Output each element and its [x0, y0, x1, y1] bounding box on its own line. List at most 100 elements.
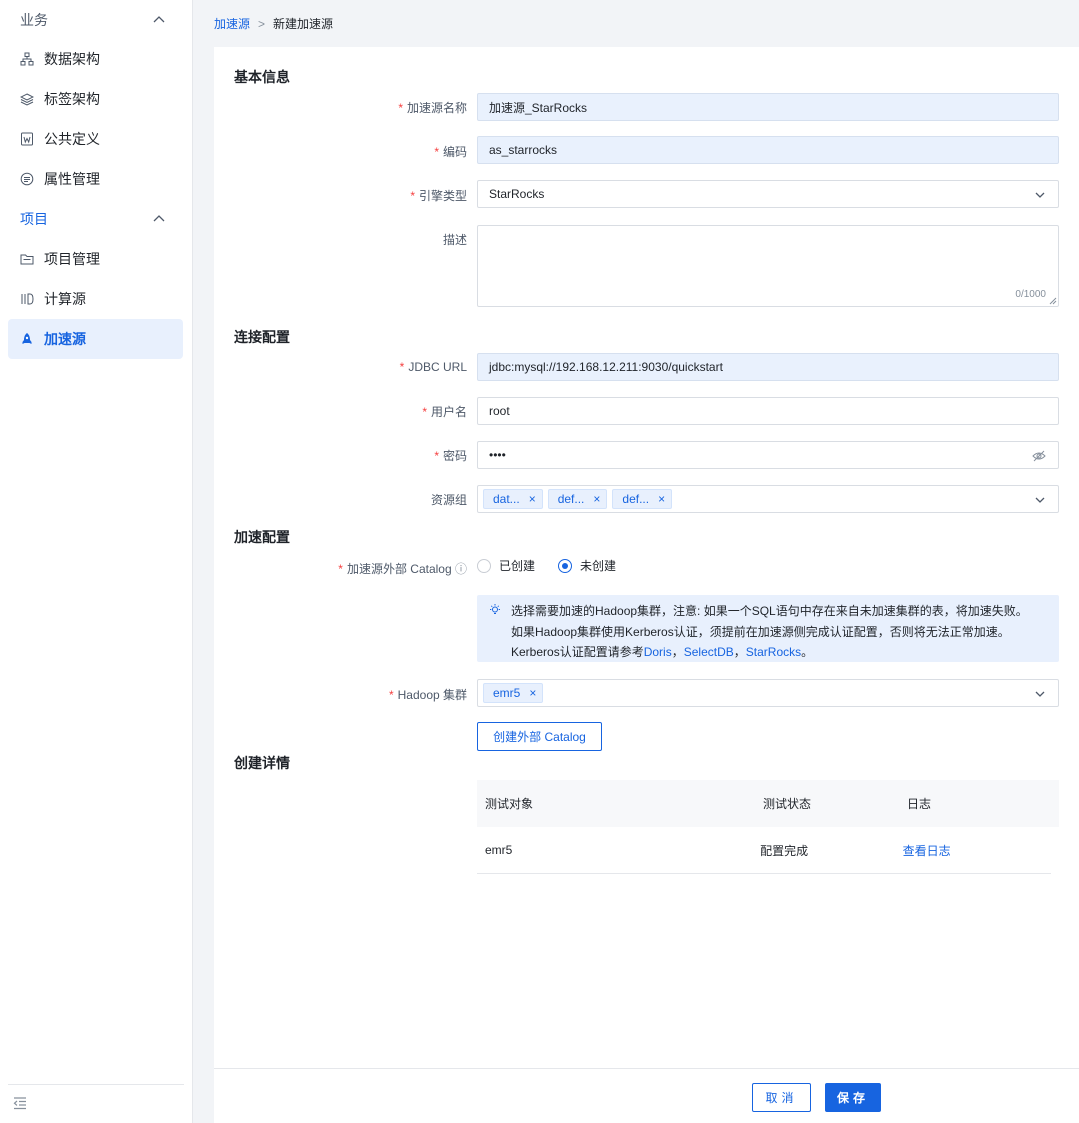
- breadcrumb-current: 新建加速源: [273, 17, 334, 31]
- sidebar-item-label: 数据架构: [44, 51, 100, 67]
- engine-value: StarRocks: [489, 187, 545, 201]
- section-title-acceleration: 加速配置: [234, 529, 290, 545]
- resource-group-label: 资源组: [430, 493, 467, 507]
- required-mark: *: [434, 145, 439, 159]
- close-icon[interactable]: ×: [658, 492, 665, 506]
- radio-created[interactable]: 已创建: [477, 557, 535, 574]
- doris-link[interactable]: Doris: [644, 645, 672, 659]
- catalog-label: * 加速源外部 Catalog ⓘ: [338, 562, 467, 576]
- code-label: * 编码: [434, 145, 467, 159]
- chevron-down-icon: [1035, 691, 1045, 697]
- tip-line: Kerberos认证配置请参考Doris，SelectDB，StarRocks。: [511, 645, 814, 659]
- form-footer: 取消 保存: [214, 1068, 1079, 1123]
- sidebar-item-label: 属性管理: [44, 171, 100, 187]
- password-value: ••••: [489, 448, 506, 462]
- resize-grip-icon[interactable]: [1049, 297, 1057, 305]
- hadoop-cluster-label: * Hadoop 集群: [388, 688, 467, 702]
- table-row: emr5 配置完成 查看日志: [477, 827, 1051, 874]
- engine-label: * 引擎类型: [410, 189, 467, 203]
- collapse-sidebar-icon[interactable]: [12, 1095, 28, 1111]
- section-title-connection: 连接配置: [234, 329, 290, 345]
- password-label: * 密码: [434, 449, 467, 463]
- header-cell: 测试对象: [485, 797, 534, 811]
- close-icon[interactable]: ×: [529, 492, 536, 506]
- name-field[interactable]: 加速源_StarRocks: [477, 93, 1059, 121]
- sidebar-group-project[interactable]: 项目: [0, 199, 193, 239]
- header-cell: 测试状态: [763, 797, 812, 811]
- required-mark: *: [410, 189, 415, 203]
- chevron-down-icon: [1035, 497, 1045, 503]
- details-table: 测试对象 测试状态 日志 emr5 配置完成 查看日志: [477, 780, 1059, 874]
- chevron-up-icon: [153, 215, 165, 222]
- sidebar-item-attribute-management[interactable]: 属性管理: [8, 159, 183, 199]
- sidebar-item-acceleration-source[interactable]: 加速源: [8, 319, 183, 359]
- sidebar-item-compute-source[interactable]: 计算源: [8, 279, 183, 319]
- username-field[interactable]: root: [477, 397, 1059, 425]
- code-field[interactable]: as_starrocks: [477, 136, 1059, 164]
- jdbc-label: * JDBC URL: [399, 360, 467, 374]
- header-cell: 日志: [907, 797, 932, 811]
- tip-line: 如果Hadoop集群使用Kerberos认证，须提前在加速源侧完成认证配置，否则…: [511, 624, 1010, 639]
- resource-group-tag: def... ×: [612, 489, 673, 509]
- close-icon[interactable]: ×: [529, 686, 536, 700]
- breadcrumb-separator: >: [258, 16, 266, 31]
- radio-circle: [477, 558, 491, 573]
- breadcrumb-parent-link[interactable]: 加速源: [214, 15, 250, 32]
- sidebar-item-data-architecture[interactable]: 数据架构: [8, 39, 183, 79]
- section-title-basic: 基本信息: [234, 69, 290, 85]
- radio-not-created[interactable]: 未创建: [558, 557, 616, 574]
- create-catalog-button[interactable]: 创建外部 Catalog: [477, 722, 602, 751]
- cancel-button[interactable]: 取消: [752, 1083, 811, 1112]
- required-mark: *: [434, 449, 439, 463]
- sidebar-item-label: 公共定义: [44, 131, 100, 147]
- info-icon[interactable]: ⓘ: [455, 562, 467, 576]
- hadoop-tip-alert: 选择需要加速的Hadoop集群，注意: 如果一个SQL语句中存在来自未加速集群的…: [477, 595, 1059, 662]
- description-textarea[interactable]: 0/1000: [477, 225, 1059, 307]
- tip-line: 选择需要加速的Hadoop集群，注意: 如果一个SQL语句中存在来自未加速集群的…: [511, 604, 1028, 618]
- folder-icon: [20, 252, 34, 266]
- description-label: 描述: [442, 233, 467, 247]
- sidebar-item-public-definition[interactable]: 公共定义: [8, 119, 183, 159]
- username-label: * 用户名: [422, 405, 467, 419]
- sidebar-item-label: 标签架构: [44, 91, 100, 107]
- chevron-up-icon: [153, 16, 165, 23]
- save-button[interactable]: 保存: [825, 1083, 881, 1112]
- jdbc-url-value: jdbc:mysql://192.168.12.211:9030/quickst…: [489, 360, 723, 374]
- resource-group-tag: dat... ×: [483, 489, 543, 509]
- main-content: 基本信息 * 加速源名称 加速源_StarRocks * 编码 as_starroc…: [214, 47, 1079, 1123]
- view-log-link[interactable]: 查看日志: [903, 842, 1051, 859]
- hadoop-cluster-select[interactable]: emr5 ×: [477, 679, 1059, 707]
- required-mark: *: [388, 688, 394, 702]
- sidebar-item-label: 加速源: [44, 331, 86, 347]
- username-value: root: [489, 404, 510, 418]
- description-counter: 0/1000: [1015, 289, 1046, 300]
- cell-object: emr5: [485, 843, 513, 857]
- eye-off-icon[interactable]: [1032, 449, 1046, 463]
- hadoop-cluster-tag: emr5 ×: [483, 683, 544, 703]
- required-mark: *: [398, 101, 403, 115]
- chevron-down-icon: [1035, 192, 1045, 198]
- w-document-icon: [20, 132, 34, 146]
- catalog-radio-group: 已创建 未创建: [477, 557, 639, 574]
- hierarchy-icon: [20, 52, 34, 66]
- sidebar-footer: [8, 1084, 184, 1123]
- compute-icon: [20, 292, 34, 306]
- layers-icon: [20, 92, 34, 106]
- sidebar-group-business[interactable]: 业务: [0, 0, 193, 40]
- radio-circle-selected: [558, 558, 573, 573]
- required-mark: *: [399, 360, 405, 374]
- sidebar-item-label: 计算源: [44, 291, 86, 307]
- sidebar-item-project-management[interactable]: 项目管理: [8, 239, 183, 279]
- password-field[interactable]: ••••: [477, 441, 1059, 469]
- selectdb-link[interactable]: SelectDB: [684, 645, 734, 659]
- close-icon[interactable]: ×: [593, 492, 600, 506]
- sidebar: 业务 数据架构 标签架构 公共定义 属性管理 项目 项目管理 计算源 加速源: [0, 0, 193, 1123]
- lightbulb-icon: [490, 604, 500, 614]
- sidebar-item-tag-architecture[interactable]: 标签架构: [8, 79, 183, 119]
- required-mark: *: [338, 562, 343, 576]
- starrocks-link[interactable]: StarRocks: [746, 645, 801, 659]
- engine-select[interactable]: StarRocks: [477, 180, 1059, 208]
- resource-group-select[interactable]: dat... × def... × def... ×: [477, 485, 1059, 513]
- jdbc-url-field[interactable]: jdbc:mysql://192.168.12.211:9030/quickst…: [477, 353, 1059, 381]
- code-value: as_starrocks: [489, 143, 558, 157]
